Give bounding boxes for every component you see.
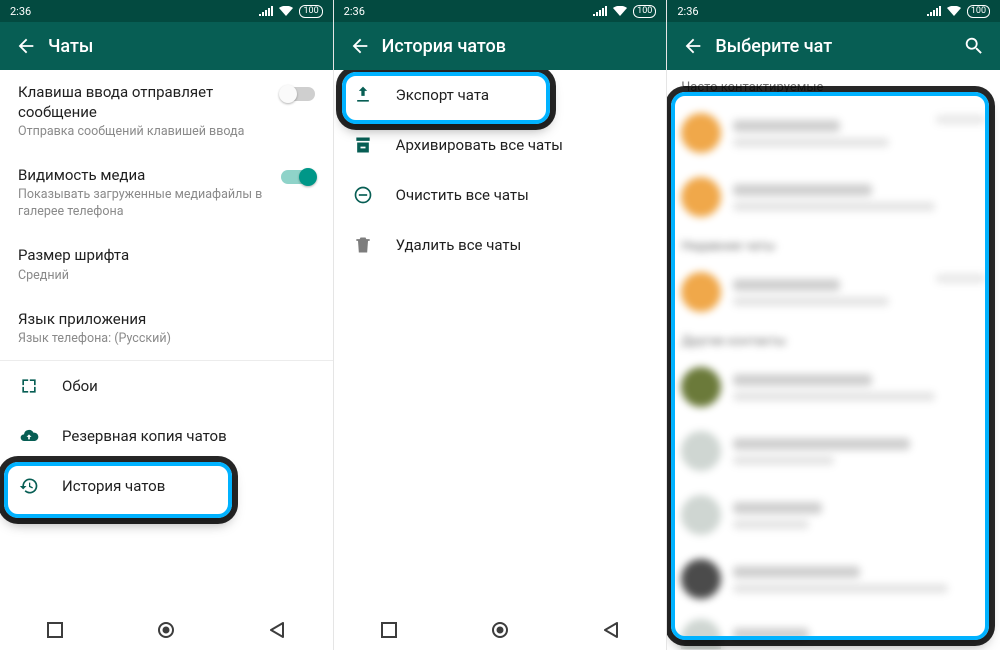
back-button[interactable] bbox=[675, 28, 711, 64]
status-bar: 2:36 100 bbox=[334, 0, 667, 22]
setting-enter-sends[interactable]: Клавиша ввода отправляет сообщение Отпра… bbox=[0, 70, 333, 153]
history-icon bbox=[18, 475, 40, 497]
history-content: Экспорт чата Архивировать все чаты Очист… bbox=[334, 70, 667, 610]
square-icon bbox=[381, 622, 397, 638]
back-button[interactable] bbox=[8, 28, 44, 64]
action-archive-all[interactable]: Архивировать все чаты bbox=[334, 120, 667, 170]
setting-chat-backup[interactable]: Резервная копия чатов bbox=[0, 411, 333, 461]
status-icons: 100 bbox=[259, 5, 322, 18]
wallpaper-icon bbox=[18, 375, 40, 397]
status-icons: 100 bbox=[593, 5, 656, 18]
app-bar: Чаты bbox=[0, 22, 333, 70]
setting-font-size[interactable]: Размер шрифта Средний bbox=[0, 233, 333, 296]
archive-icon bbox=[352, 134, 374, 156]
page-title: Чаты bbox=[48, 36, 325, 57]
setting-label: История чатов bbox=[62, 477, 165, 495]
square-icon bbox=[47, 622, 63, 638]
action-clear-all[interactable]: Очистить все чаты bbox=[334, 170, 667, 220]
page-title: История чатов bbox=[382, 36, 659, 57]
nav-home-button[interactable] bbox=[472, 616, 528, 644]
setting-chat-history[interactable]: История чатов bbox=[0, 461, 333, 511]
search-icon bbox=[963, 35, 985, 57]
action-delete-all[interactable]: Удалить все чаты bbox=[334, 220, 667, 270]
setting-app-language[interactable]: Язык приложения Язык телефона: (Русский) bbox=[0, 297, 333, 360]
clear-icon bbox=[352, 184, 374, 206]
action-label: Архивировать все чаты bbox=[396, 136, 563, 154]
chat-list-content: Часто контактируемые Недавние чаты Други… bbox=[667, 70, 1000, 650]
pane-chat-history: 2:36 100 История чатов Экспорт чата bbox=[334, 0, 667, 650]
setting-subtitle: Отправка сообщений клавишей ввода bbox=[18, 124, 273, 141]
battery-icon: 100 bbox=[633, 5, 656, 18]
wifi-icon bbox=[947, 6, 961, 16]
page-title: Выберите чат bbox=[715, 36, 956, 57]
cloud-upload-icon bbox=[18, 425, 40, 447]
toggle-enter-sends[interactable] bbox=[281, 87, 315, 101]
setting-title: Клавиша ввода отправляет сообщение bbox=[18, 83, 273, 122]
arrow-back-icon bbox=[682, 35, 704, 57]
status-time: 2:36 bbox=[344, 5, 365, 18]
action-label: Экспорт чата bbox=[396, 86, 489, 104]
setting-title: Видимость медиа bbox=[18, 166, 273, 186]
circle-icon bbox=[491, 621, 509, 639]
battery-icon: 100 bbox=[299, 5, 322, 18]
arrow-back-icon bbox=[15, 35, 37, 57]
arrow-back-icon bbox=[349, 35, 371, 57]
setting-label: Резервная копия чатов bbox=[62, 427, 227, 445]
status-icons: 100 bbox=[927, 5, 990, 18]
android-nav-bar bbox=[0, 610, 333, 650]
setting-subtitle: Средний bbox=[18, 268, 315, 285]
setting-wallpaper[interactable]: Обои bbox=[0, 361, 333, 411]
triangle-back-icon bbox=[604, 622, 618, 638]
action-label: Очистить все чаты bbox=[396, 186, 529, 204]
wifi-icon bbox=[613, 6, 627, 16]
back-button[interactable] bbox=[342, 28, 378, 64]
setting-media-visibility[interactable]: Видимость медиа Показывать загруженные м… bbox=[0, 153, 333, 233]
settings-content: Клавиша ввода отправляет сообщение Отпра… bbox=[0, 70, 333, 610]
nav-recent-button[interactable] bbox=[361, 616, 417, 644]
action-export-chat[interactable]: Экспорт чата bbox=[334, 70, 667, 120]
circle-icon bbox=[157, 621, 175, 639]
status-time: 2:36 bbox=[677, 5, 698, 18]
app-bar: Выберите чат bbox=[667, 22, 1000, 70]
signal-icon bbox=[259, 6, 273, 16]
status-bar: 2:36 100 bbox=[667, 0, 1000, 22]
pane-select-chat: 2:36 100 Выберите чат Часто контактируем… bbox=[667, 0, 1000, 650]
status-bar: 2:36 100 bbox=[0, 0, 333, 22]
nav-back-button[interactable] bbox=[249, 616, 305, 644]
search-button[interactable] bbox=[956, 28, 992, 64]
trash-icon bbox=[352, 234, 374, 256]
android-nav-bar bbox=[334, 610, 667, 650]
signal-icon bbox=[927, 6, 941, 16]
blur-overlay bbox=[667, 94, 1000, 650]
action-label: Удалить все чаты bbox=[396, 236, 522, 254]
pane-chats-settings: 2:36 100 Чаты Клавиша ввода отправляет с… bbox=[0, 0, 333, 650]
setting-subtitle: Язык телефона: (Русский) bbox=[18, 331, 315, 348]
setting-label: Обои bbox=[62, 377, 98, 395]
status-time: 2:36 bbox=[10, 5, 31, 18]
nav-home-button[interactable] bbox=[138, 616, 194, 644]
export-icon bbox=[352, 84, 374, 106]
app-bar: История чатов bbox=[334, 22, 667, 70]
triangle-back-icon bbox=[270, 622, 284, 638]
nav-back-button[interactable] bbox=[583, 616, 639, 644]
toggle-media-visibility[interactable] bbox=[281, 170, 315, 184]
wifi-icon bbox=[279, 6, 293, 16]
signal-icon bbox=[593, 6, 607, 16]
setting-title: Размер шрифта bbox=[18, 246, 315, 266]
setting-subtitle: Показывать загруженные медиафайлы в гале… bbox=[18, 187, 273, 221]
setting-title: Язык приложения bbox=[18, 310, 315, 330]
nav-recent-button[interactable] bbox=[27, 616, 83, 644]
battery-icon: 100 bbox=[967, 5, 990, 18]
